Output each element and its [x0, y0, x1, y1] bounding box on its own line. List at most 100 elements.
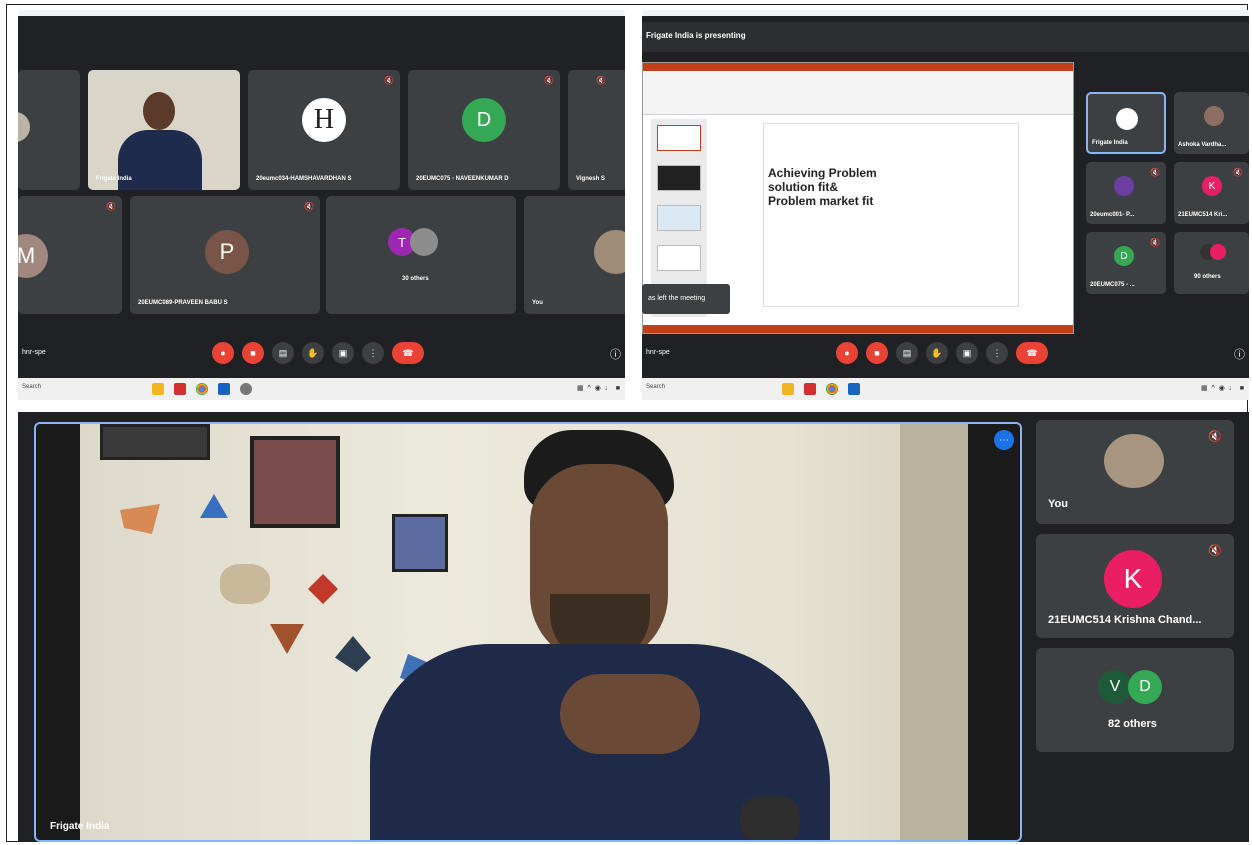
avatar: D	[1114, 246, 1134, 266]
participant-name: Ashoka Vardha...	[1178, 142, 1227, 148]
person-watch	[740, 796, 800, 840]
self-tile[interactable]: You	[524, 196, 625, 314]
slide-thumbnail[interactable]	[657, 165, 701, 191]
file-explorer-icon[interactable]	[782, 383, 794, 395]
main-speaker-name: Frigate India	[50, 821, 110, 832]
others-tile[interactable]: 90 others	[1174, 232, 1249, 294]
slide-thumbnail[interactable]	[657, 125, 701, 151]
file-explorer-icon[interactable]	[152, 383, 164, 395]
camera-off-icon[interactable]: ■	[866, 342, 888, 364]
avatar: D	[462, 98, 506, 142]
raise-hand-icon[interactable]: ✋	[926, 342, 948, 364]
end-call-icon[interactable]: ☎	[1016, 342, 1048, 364]
taskbar-search[interactable]: Search	[646, 384, 665, 390]
others-tile[interactable]: V D 82 others	[1036, 648, 1234, 752]
photos-icon[interactable]	[218, 383, 230, 395]
presenting-banner: Frigate India is presenting	[642, 22, 1249, 52]
participant-name: 20eumc001- P...	[1090, 212, 1135, 218]
avatar-logo	[1116, 108, 1138, 130]
mic-off-icon: 🔇	[1150, 238, 1160, 247]
mic-off-icon: 🔇	[1208, 545, 1222, 557]
windows-taskbar: Search ▦ ^ ◉ ♩ ■	[642, 378, 1249, 400]
participant-name: Frigate India	[1092, 140, 1128, 146]
participant-tile[interactable]: 🔇 K 21EUMC514 Kri...	[1174, 162, 1249, 224]
avatar: V	[1098, 670, 1132, 704]
participant-tile[interactable]	[18, 70, 80, 190]
ppt-statusbar	[643, 325, 1073, 333]
participant-tile[interactable]: 🔇 D 20EUMC075 - ...	[1086, 232, 1166, 294]
chrome-icon[interactable]	[826, 383, 838, 395]
avatar-photo	[1114, 176, 1134, 196]
main-speaker-video[interactable]: ⋯ Frigate India	[34, 422, 1022, 842]
video-letterbox	[968, 424, 1020, 840]
acrobat-icon[interactable]	[804, 383, 816, 395]
participant-tile[interactable]: 🔇 K 21EUMC514 Krishna Chand...	[1036, 534, 1234, 638]
present-icon[interactable]: ▣	[332, 342, 354, 364]
others-count: 82 others	[1108, 718, 1157, 730]
participant-name: 21EUMC514 Kri...	[1178, 212, 1228, 218]
avatar-photo	[410, 228, 438, 256]
end-call-icon[interactable]: ☎	[392, 342, 424, 364]
settings-icon[interactable]	[240, 383, 252, 395]
participant-tile[interactable]: Ashoka Vardha...	[1174, 92, 1249, 154]
acrobat-icon[interactable]	[174, 383, 186, 395]
raise-hand-icon[interactable]: ✋	[302, 342, 324, 364]
mic-off-icon[interactable]: ●	[836, 342, 858, 364]
info-icon[interactable]: ⓘ	[1234, 346, 1245, 362]
wall-frame	[250, 436, 340, 528]
mic-off-icon: 🔇	[596, 76, 606, 85]
windows-taskbar: Search ▦ ^ ◉ ♩ ■	[18, 378, 625, 400]
browser-strip	[642, 10, 1249, 16]
avatar: H	[302, 98, 346, 142]
mic-off-icon: 🔇	[384, 76, 394, 85]
participant-tile[interactable]: 🔇 M	[18, 196, 122, 314]
slide-thumbnail[interactable]	[657, 205, 701, 231]
person-hand	[560, 674, 700, 754]
meeting-code: hnr-spe	[22, 349, 46, 356]
meet-presenting-screenshot: Frigate India is presenting Achieving Pr…	[642, 10, 1249, 400]
video-background-wall	[80, 424, 968, 840]
person-head	[143, 92, 175, 130]
wall-frame	[100, 424, 210, 460]
origami-decoration	[270, 624, 304, 654]
participant-tile[interactable]: 🔇 20eumc001- P...	[1086, 162, 1166, 224]
call-controls: hnr-spe ● ■ ▤ ✋ ▣ ⋮ ☎ ⓘ	[18, 342, 625, 364]
more-options-icon[interactable]: ⋯	[994, 430, 1014, 450]
participant-tile[interactable]: 🔇 H 20eumc034-HAMSHAVARDHAN S	[248, 70, 400, 190]
mic-off-icon: 🔇	[544, 76, 554, 85]
avatar-photo	[594, 230, 625, 274]
left-meeting-toast: as left the meeting	[642, 284, 730, 314]
present-icon[interactable]: ▣	[956, 342, 978, 364]
camera-off-icon[interactable]: ■	[242, 342, 264, 364]
ppt-titlebar	[643, 63, 1073, 71]
avatar: K	[1104, 550, 1162, 608]
participant-tile-active[interactable]: Frigate India	[1086, 92, 1166, 154]
slide-thumbnail[interactable]	[657, 245, 701, 271]
current-slide: Achieving Problem solution fit& Problem …	[763, 123, 1019, 307]
participant-tile[interactable]: 🔇 D 20EUMC075 - NAVEENKUMAR D	[408, 70, 560, 190]
ppt-ribbon	[643, 71, 1073, 115]
photos-icon[interactable]	[848, 383, 860, 395]
taskbar-search[interactable]: Search	[22, 384, 41, 390]
call-controls: hnr-spe ● ■ ▤ ✋ ▣ ⋮ ☎ ⓘ	[642, 342, 1249, 364]
captions-icon[interactable]: ▤	[272, 342, 294, 364]
mic-off-icon[interactable]: ●	[212, 342, 234, 364]
avatar: D	[1128, 670, 1162, 704]
avatar	[18, 112, 30, 142]
origami-decoration	[308, 574, 338, 604]
avatar: P	[205, 230, 249, 274]
origami-decoration	[220, 564, 270, 604]
captions-icon[interactable]: ▤	[896, 342, 918, 364]
participant-tile-video[interactable]: Frigate India	[88, 70, 240, 190]
participant-tile[interactable]: 🔇 Vignesh S	[568, 70, 625, 190]
participant-name: Vignesh S	[576, 176, 605, 182]
more-options-icon[interactable]: ⋮	[986, 342, 1008, 364]
participant-tile[interactable]: 🔇 P 20EUMC089-PRAVEEN BABU S	[130, 196, 320, 314]
system-tray: ▦ ^ ◉ ♩ ■	[576, 385, 621, 392]
chrome-icon[interactable]	[196, 383, 208, 395]
more-options-icon[interactable]: ⋮	[362, 342, 384, 364]
others-count: 90 others	[1194, 274, 1221, 280]
self-tile[interactable]: 🔇 You	[1036, 420, 1234, 524]
others-tile[interactable]: T 30 others	[326, 196, 516, 314]
info-icon[interactable]: ⓘ	[610, 346, 621, 362]
